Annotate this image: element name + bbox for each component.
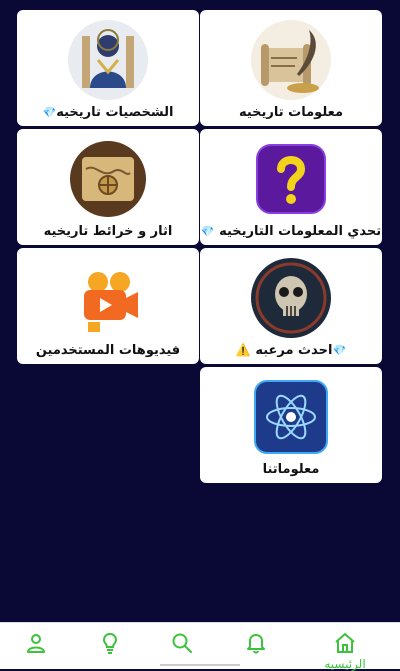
card-label: معلوماتنا: [262, 462, 320, 477]
card-historical-information[interactable]: معلومات تاريخيه: [200, 10, 382, 126]
home-icon: [335, 633, 355, 653]
card-label: 💎احدث مرعبه ⚠️: [235, 343, 347, 358]
card-user-videos[interactable]: فيديوهات المستخدمين: [17, 248, 199, 364]
search-tab-indicator: [160, 664, 240, 666]
video-camera-icon: [68, 258, 148, 338]
ancient-map-icon: [70, 141, 146, 217]
card-history-challenge[interactable]: تحدي المعلومات التاريخيه 💎: [200, 129, 382, 245]
diamond-icon: 💎: [332, 344, 347, 357]
card-label: الشخصيات تاريخيه💎: [42, 105, 174, 120]
card-our-information[interactable]: معلوماتنا: [200, 367, 382, 483]
card-historical-figures[interactable]: الشخصيات تاريخيه💎: [17, 10, 199, 126]
historical-figure-icon: [68, 20, 148, 100]
scroll-quill-icon: [251, 20, 331, 100]
bottom-navigation: الرئيسيه: [0, 622, 400, 671]
search-icon: [172, 633, 192, 653]
atom-icon: [254, 380, 328, 454]
card-label: اثار و خرائط تاريخيه: [43, 224, 173, 239]
warning-icon: ⚠️: [235, 343, 251, 357]
question-mark-icon: [256, 144, 326, 214]
diamond-icon: 💎: [200, 225, 215, 238]
card-label: تحدي المعلومات التاريخيه 💎: [200, 224, 382, 239]
card-label: معلومات تاريخيه: [238, 105, 344, 120]
nav-home[interactable]: الرئيسيه: [315, 623, 375, 671]
card-ruins-and-maps[interactable]: اثار و خرائط تاريخيه: [17, 129, 199, 245]
person-icon: [27, 634, 45, 653]
nav-ideas[interactable]: [80, 623, 140, 669]
nav-notifications[interactable]: [226, 623, 286, 669]
lightbulb-icon: [102, 632, 118, 654]
diamond-icon: 💎: [42, 106, 57, 119]
card-label: فيديوهات المستخدمين: [35, 343, 181, 358]
nav-home-label: الرئيسيه: [324, 657, 366, 671]
nav-search[interactable]: [152, 623, 212, 669]
card-scary-events[interactable]: 💎احدث مرعبه ⚠️: [200, 248, 382, 364]
bell-icon: [247, 634, 265, 654]
nav-profile[interactable]: [6, 623, 66, 669]
skull-icon: [251, 258, 331, 338]
